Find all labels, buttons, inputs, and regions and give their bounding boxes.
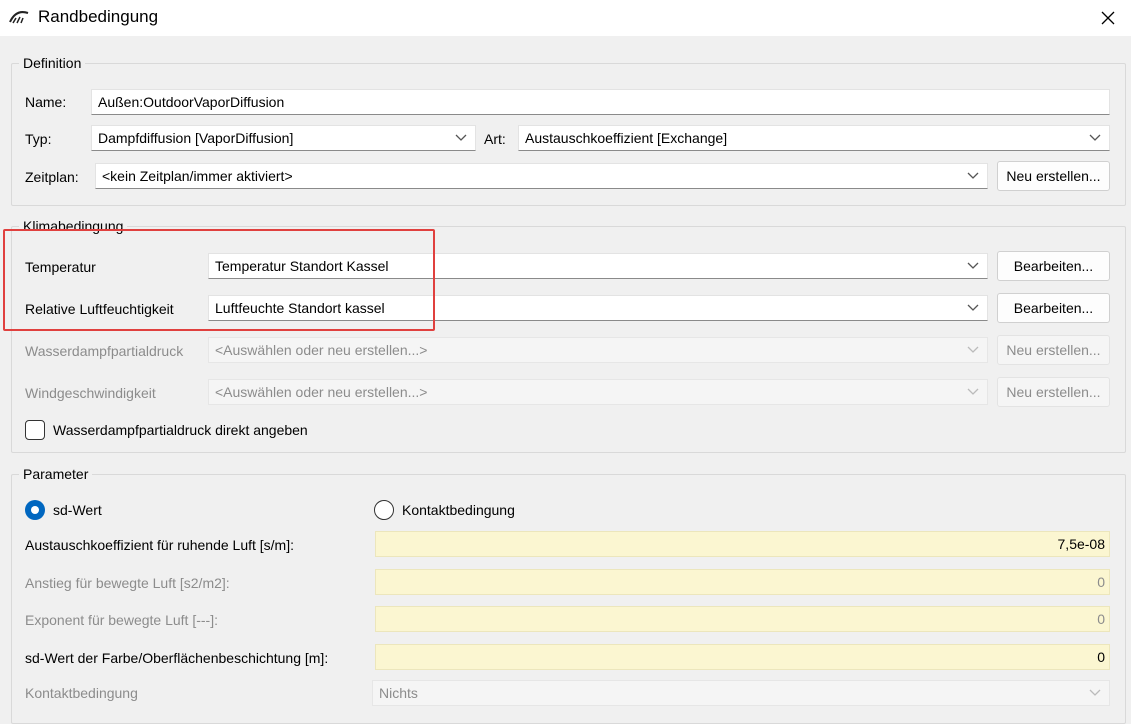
typ-label: Typ: <box>25 131 52 147</box>
app-logo-icon <box>9 11 29 24</box>
sd-wert-radio[interactable] <box>25 500 45 520</box>
chevron-down-icon <box>967 388 979 395</box>
chevron-down-icon <box>967 172 979 179</box>
chevron-down-icon <box>967 346 979 353</box>
typ-value: Dampfdiffusion [VaporDiffusion] <box>98 130 294 146</box>
anstieg-input[interactable]: 0 <box>375 569 1110 595</box>
close-button[interactable] <box>1085 0 1131 36</box>
kontaktbedingung-label: Kontaktbedingung <box>25 685 138 701</box>
partialdruck-checkbox[interactable] <box>25 420 45 440</box>
zeitplan-select[interactable]: <kein Zeitplan/immer aktiviert> <box>95 163 988 189</box>
exponent-label: Exponent für bewegte Luft [---]: <box>25 612 218 628</box>
art-label: Art: <box>484 131 506 147</box>
exponent-input[interactable]: 0 <box>375 606 1110 632</box>
chevron-down-icon <box>967 304 979 311</box>
feuchte-bearbeiten-button[interactable]: Bearbeiten... <box>997 293 1110 323</box>
partialdruck-checkbox-label[interactable]: Wasserdampfpartialdruck direkt angeben <box>53 422 308 438</box>
sd-wert-radio-label[interactable]: sd-Wert <box>53 502 102 518</box>
kontaktbedingung-select[interactable]: Nichts <box>372 680 1110 706</box>
sd-farbe-input[interactable]: 0 <box>375 644 1110 670</box>
zeitplan-neu-button[interactable]: Neu erstellen... <box>997 161 1110 191</box>
parameter-legend: Parameter <box>19 466 93 482</box>
definition-legend: Definition <box>19 55 86 71</box>
temperatur-bearbeiten-button[interactable]: Bearbeiten... <box>997 251 1110 281</box>
name-label: Name: <box>25 94 67 110</box>
chevron-down-icon <box>1089 689 1101 696</box>
sd-farbe-label: sd-Wert der Farbe/Oberflächenbeschichtun… <box>25 650 329 666</box>
chevron-down-icon <box>455 134 467 141</box>
partialdruck-select[interactable]: <Auswählen oder neu erstellen...> <box>208 337 988 363</box>
chevron-down-icon <box>1089 134 1101 141</box>
annotation-highlight-box <box>3 229 435 331</box>
austausch-input[interactable]: 7,5e-08 <box>375 531 1110 557</box>
title-bar: Randbedingung <box>0 0 1131 36</box>
wind-select[interactable]: <Auswählen oder neu erstellen...> <box>208 379 988 405</box>
wind-neu-button[interactable]: Neu erstellen... <box>997 377 1110 407</box>
art-select[interactable]: Austauschkoeffizient [Exchange] <box>518 125 1110 151</box>
kontakt-radio[interactable] <box>374 500 394 520</box>
anstieg-label: Anstieg für bewegte Luft [s2/m2]: <box>25 575 230 591</box>
typ-select[interactable]: Dampfdiffusion [VaporDiffusion] <box>91 125 476 151</box>
austausch-label: Austauschkoeffizient für ruhende Luft [s… <box>25 537 295 553</box>
wind-value: <Auswählen oder neu erstellen...> <box>215 384 428 400</box>
close-icon <box>1101 11 1115 25</box>
name-input[interactable]: Außen:OutdoorVaporDiffusion <box>91 89 1110 115</box>
partialdruck-label: Wasserdampfpartialdruck <box>25 343 184 359</box>
kontakt-radio-label[interactable]: Kontaktbedingung <box>402 502 515 518</box>
zeitplan-label: Zeitplan: <box>25 169 79 185</box>
partialdruck-value: <Auswählen oder neu erstellen...> <box>215 342 428 358</box>
zeitplan-value: <kein Zeitplan/immer aktiviert> <box>102 168 293 184</box>
kontaktbedingung-value: Nichts <box>379 685 418 701</box>
art-value: Austauschkoeffizient [Exchange] <box>525 130 728 146</box>
partialdruck-neu-button[interactable]: Neu erstellen... <box>997 335 1110 365</box>
window-title: Randbedingung <box>38 7 159 26</box>
wind-label: Windgeschwindigkeit <box>25 385 156 401</box>
chevron-down-icon <box>967 262 979 269</box>
